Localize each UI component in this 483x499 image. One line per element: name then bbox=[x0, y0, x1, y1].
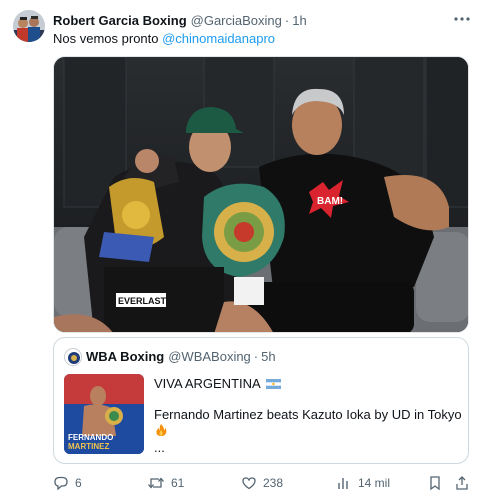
bookmark-icon bbox=[430, 476, 440, 491]
thumbnail-text-2: MARTINEZ bbox=[68, 442, 109, 451]
views-chart-icon bbox=[338, 478, 348, 489]
quoted-handle: @WBABoxing bbox=[168, 349, 251, 364]
repost-count: 61 bbox=[171, 476, 185, 490]
author-display-name[interactable]: Robert Garcia Boxing bbox=[53, 13, 187, 28]
quoted-display-name: WBA Boxing bbox=[86, 349, 165, 364]
quoted-text-line-2: Fernando Martinez beats Kazuto Ioka by U… bbox=[154, 407, 462, 422]
separator-dot: · bbox=[284, 12, 290, 28]
quoted-author-avatar[interactable] bbox=[64, 348, 82, 366]
tweet[interactable]: Robert Garcia Boxing @GarciaBoxing · 1h … bbox=[0, 0, 483, 499]
like-count: 238 bbox=[263, 476, 284, 490]
tweet-photo[interactable]: BAM! EVERLAST bbox=[53, 56, 469, 333]
quoted-tweet[interactable]: WBA Boxing @WBABoxing · 5h FERNANDO MART… bbox=[53, 337, 469, 464]
share-button[interactable] bbox=[454, 473, 476, 493]
quoted-timestamp: 5h bbox=[261, 349, 276, 364]
thumbnail-text-1: FERNANDO bbox=[68, 433, 113, 442]
author-handle[interactable]: @GarciaBoxing bbox=[191, 13, 282, 28]
quoted-ellipsis: ... bbox=[154, 440, 165, 455]
more-horizontal-icon bbox=[454, 17, 470, 21]
tweet-header: Robert Garcia Boxing @GarciaBoxing · 1h bbox=[53, 11, 307, 29]
views-button[interactable]: 14 mil bbox=[336, 473, 390, 493]
share-icon bbox=[456, 476, 468, 490]
quoted-thumbnail: FERNANDO MARTINEZ bbox=[64, 374, 144, 454]
author-avatar[interactable] bbox=[13, 10, 45, 42]
quoted-separator-dot: · bbox=[253, 349, 259, 364]
more-options-button[interactable] bbox=[452, 9, 472, 29]
mention-link[interactable]: @chinomaidanapro bbox=[162, 31, 275, 46]
repost-button[interactable]: 61 bbox=[147, 473, 184, 493]
reply-count: 6 bbox=[75, 476, 82, 490]
quoted-text-headline: VIVA ARGENTINA bbox=[154, 376, 261, 391]
tweet-timestamp[interactable]: 1h bbox=[292, 13, 306, 28]
reply-button[interactable]: 6 bbox=[53, 473, 82, 493]
fire-icon bbox=[156, 424, 167, 436]
like-button[interactable]: 238 bbox=[241, 473, 283, 493]
shirt-logo-text: BAM! bbox=[317, 196, 343, 207]
bookmark-button[interactable] bbox=[428, 473, 448, 493]
quoted-header: WBA Boxing @WBABoxing · 5h bbox=[86, 349, 276, 364]
repost-icon bbox=[148, 477, 164, 489]
action-bar: 6 61 238 14 mil bbox=[53, 473, 473, 493]
trunks-logo-text: EVERLAST bbox=[118, 296, 167, 306]
tweet-text: Nos vemos pronto @chinomaidanapro bbox=[53, 31, 275, 46]
tweet-text-body: Nos vemos pronto bbox=[53, 31, 163, 46]
reply-icon bbox=[54, 476, 68, 491]
quoted-text-line-1: VIVA ARGENTINA bbox=[154, 376, 281, 391]
views-count: 14 mil bbox=[358, 476, 391, 490]
argentina-flag-icon bbox=[265, 378, 281, 389]
heart-icon bbox=[242, 477, 256, 490]
